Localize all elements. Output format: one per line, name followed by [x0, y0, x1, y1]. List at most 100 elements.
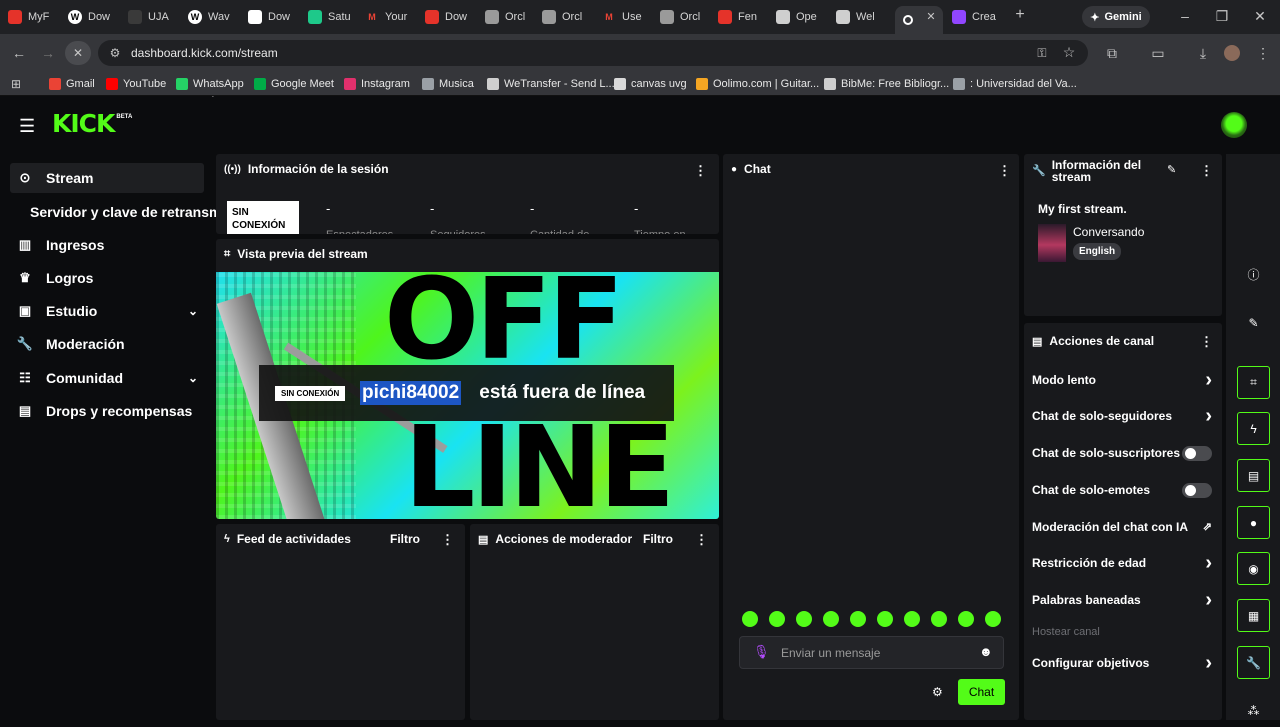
- microphone-icon[interactable]: 🎙: [753, 644, 770, 660]
- sidebar-item-moderación[interactable]: 🔧 Moderación: [10, 329, 204, 359]
- mod-menu-icon[interactable]: ⋮: [695, 533, 708, 546]
- site-info-icon[interactable]: ⚙: [108, 46, 122, 60]
- bookmark-item[interactable]: Oolimo.com | Guitar...: [696, 76, 819, 92]
- chat-menu-icon[interactable]: ⋮: [998, 164, 1011, 177]
- chevron-down-icon[interactable]: ⌄: [188, 371, 198, 385]
- browser-tab[interactable]: Ope: [776, 6, 828, 28]
- browser-tab[interactable]: Wel: [836, 6, 888, 28]
- emote-icon[interactable]: [742, 611, 758, 627]
- emote-icon[interactable]: [877, 611, 893, 627]
- stop-loading-icon[interactable]: ✕: [65, 41, 91, 65]
- chat-input[interactable]: 🎙 Enviar un mensaje ☻: [739, 636, 1004, 669]
- emote-icon[interactable]: [931, 611, 947, 627]
- info-icon[interactable]: ⓘ: [1237, 258, 1270, 291]
- activity-menu-icon[interactable]: ⋮: [441, 533, 454, 546]
- emote-icon[interactable]: [958, 611, 974, 627]
- back-icon[interactable]: ←: [11, 46, 27, 60]
- browser-tab[interactable]: Dow: [248, 6, 300, 28]
- emote-icon[interactable]: [904, 611, 920, 627]
- external-link-icon[interactable]: ⇗: [1203, 520, 1212, 533]
- gemini-button[interactable]: ✦ Gemini: [1082, 6, 1150, 28]
- emote-icon[interactable]: [850, 611, 866, 627]
- sidebar-item-stream[interactable]: ⊙ Stream: [10, 163, 204, 193]
- wrench-icon[interactable]: 🔧: [1237, 646, 1270, 679]
- address-bar[interactable]: ⚙ dashboard.kick.com/stream ⚿ ☆: [98, 40, 1088, 66]
- browser-tab[interactable]: Orcl: [542, 6, 594, 28]
- minimize-icon[interactable]: –: [1178, 9, 1192, 23]
- bolt-icon[interactable]: ϟ: [1237, 412, 1270, 445]
- session-menu-icon[interactable]: ⋮: [694, 164, 707, 177]
- stream-info-menu-icon[interactable]: ⋮: [1200, 164, 1213, 177]
- broadcast-icon[interactable]: ◉: [1237, 552, 1270, 585]
- user-avatar[interactable]: [1221, 112, 1247, 138]
- browser-tab[interactable]: W Wav: [188, 6, 240, 28]
- browser-tab[interactable]: M Your: [365, 6, 417, 28]
- kick-logo[interactable]: KICK BETA: [52, 111, 132, 137]
- bookmark-item[interactable]: Instagram: [344, 76, 410, 92]
- toggle-switch[interactable]: [1182, 446, 1212, 461]
- forward-icon[interactable]: →: [40, 46, 56, 60]
- note-icon[interactable]: ▤: [1237, 459, 1270, 492]
- channel-action-row[interactable]: Modo lento ›: [1024, 369, 1222, 391]
- browser-tab[interactable]: M Use: [602, 6, 654, 28]
- chat-bubble-icon[interactable]: ●: [1237, 506, 1270, 539]
- chevron-down-icon[interactable]: ⌄: [188, 304, 198, 318]
- channel-action-row[interactable]: Chat de solo-suscriptores: [1024, 446, 1222, 462]
- extensions-icon[interactable]: ⧉: [1104, 46, 1120, 60]
- bookmark-item[interactable]: : Universidad del Va...: [953, 76, 1077, 92]
- channel-action-row[interactable]: Chat de solo-emotes: [1024, 483, 1222, 499]
- browser-tab[interactable]: Fen: [718, 6, 770, 28]
- emote-icon[interactable]: [823, 611, 839, 627]
- profile-avatar[interactable]: [1224, 45, 1240, 61]
- bookmark-item[interactable]: WeTransfer - Send L...: [487, 76, 615, 92]
- chevron-right-icon[interactable]: ›: [1205, 369, 1212, 392]
- maximize-icon[interactable]: ❐: [1215, 9, 1229, 23]
- hamburger-menu-icon[interactable]: ☰: [19, 116, 35, 137]
- mod-filter-button[interactable]: Filtro: [643, 532, 673, 546]
- emote-icon[interactable]: [796, 611, 812, 627]
- bookmark-item[interactable]: BibMe: Free Bibliogr...: [824, 76, 949, 92]
- bookmark-item[interactable]: canvas uvg: [614, 76, 687, 92]
- emoji-picker-icon[interactable]: ☻: [979, 644, 993, 659]
- browser-tab[interactable]: Dow: [425, 6, 477, 28]
- chevron-right-icon[interactable]: ›: [1205, 652, 1212, 675]
- browser-tab[interactable]: Orcl: [660, 6, 712, 28]
- channel-action-row[interactable]: Restricción de edad ›: [1024, 552, 1222, 574]
- emote-icon[interactable]: [769, 611, 785, 627]
- downloads-icon[interactable]: ⤓: [1195, 46, 1211, 60]
- sidebar-item-servidor[interactable]: Servidor y clave de retransm: [30, 197, 224, 227]
- tab-close-icon[interactable]: ✕: [924, 10, 938, 24]
- tab-search-icon[interactable]: ▭: [1150, 46, 1166, 60]
- password-key-icon[interactable]: ⚿: [1035, 46, 1049, 60]
- browser-menu-icon[interactable]: ⋮: [1256, 46, 1270, 60]
- sidebar-item-estudio[interactable]: ▣ Estudio ⌄: [10, 296, 204, 326]
- sidebar-item-ingresos[interactable]: ▥ Ingresos: [10, 230, 204, 260]
- apps-grid-icon[interactable]: ⊞: [9, 77, 23, 91]
- chat-settings-icon[interactable]: ⚙: [932, 685, 943, 699]
- mod-actions-icon[interactable]: ▦: [1237, 599, 1270, 632]
- edit-icon[interactable]: ✎: [1237, 306, 1270, 339]
- bookmark-item[interactable]: YouTube: [106, 76, 166, 92]
- sidebar-item-comunidad[interactable]: ☷ Comunidad ⌄: [10, 363, 204, 393]
- browser-tab[interactable]: Orcl: [485, 6, 537, 28]
- bookmark-star-icon[interactable]: ☆: [1062, 45, 1076, 59]
- chevron-right-icon[interactable]: ›: [1205, 552, 1212, 575]
- emote-icon[interactable]: [985, 611, 1001, 627]
- close-window-icon[interactable]: ✕: [1253, 9, 1267, 23]
- bookmark-item[interactable]: Gmail: [49, 76, 95, 92]
- bookmark-item[interactable]: Google Meet: [254, 76, 334, 92]
- channel-action-row[interactable]: Hostear canal: [1024, 626, 1222, 642]
- new-tab-button[interactable]: +: [1012, 7, 1028, 23]
- chevron-right-icon[interactable]: ›: [1205, 405, 1212, 428]
- channel-action-row[interactable]: Configurar objetivos ›: [1024, 652, 1222, 674]
- edit-stream-info-icon[interactable]: ✎: [1167, 163, 1176, 176]
- browser-tab[interactable]: MyF: [8, 6, 60, 28]
- sidebar-item-drops[interactable]: ▤ Drops y recompensas: [10, 396, 204, 426]
- browser-tab[interactable]: Crea: [952, 6, 1004, 28]
- chat-send-button[interactable]: Chat: [958, 679, 1005, 705]
- sidebar-item-logros[interactable]: ♛ Logros: [10, 263, 204, 293]
- browser-tab[interactable]: W Dow: [68, 6, 120, 28]
- activity-filter-button[interactable]: Filtro: [390, 532, 420, 546]
- channel-action-row[interactable]: Chat de solo-seguidores ›: [1024, 405, 1222, 427]
- preview-icon[interactable]: ⌗: [1237, 366, 1270, 399]
